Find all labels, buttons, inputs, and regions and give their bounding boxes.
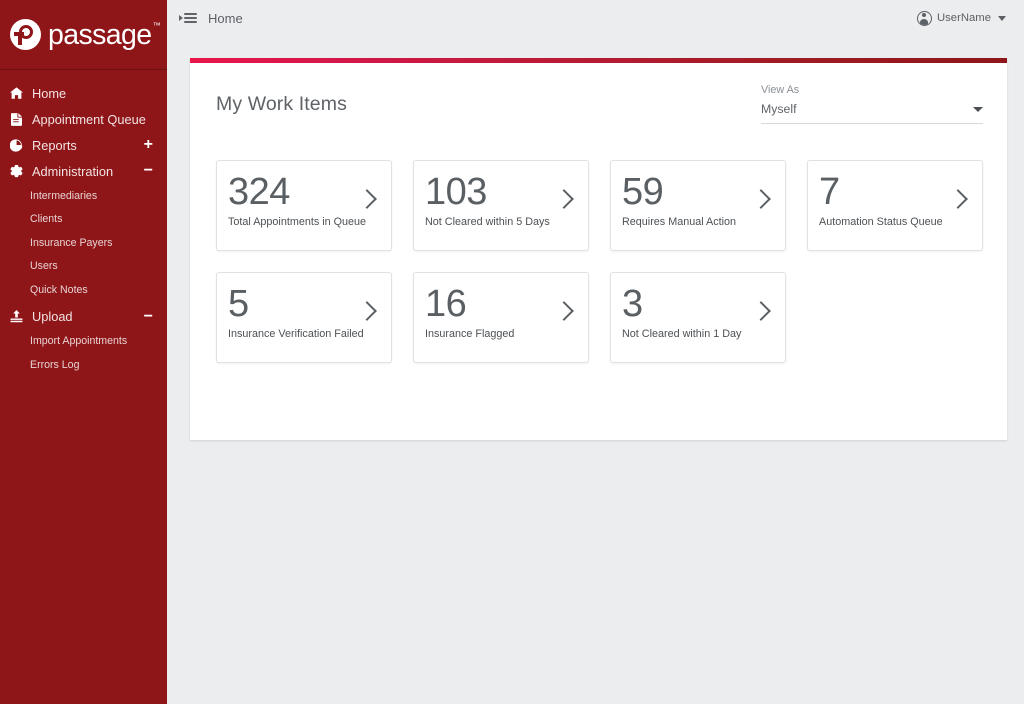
- sidebar-item-appointment-queue-label: Appointment Queue: [32, 111, 146, 127]
- sidebar-subitem-clients[interactable]: Clients: [0, 208, 167, 232]
- sidebar: passage™ Home Appointment Queue Reports …: [0, 0, 167, 704]
- triangle-right-icon[interactable]: [179, 15, 183, 21]
- breadcrumb-label: Home: [208, 10, 243, 26]
- panel-header: My Work Items View As Myself: [216, 84, 983, 133]
- upload-icon: [8, 310, 25, 323]
- chevron-right-icon[interactable]: [557, 189, 570, 211]
- work-item-card-total-appointments-in-queue[interactable]: 324 Total Appointments in Queue: [216, 160, 392, 251]
- chevron-down-icon: [973, 106, 983, 112]
- chevron-right-icon[interactable]: [360, 301, 373, 323]
- work-item-card-insurance-verification-failed[interactable]: 5 Insurance Verification Failed: [216, 272, 392, 363]
- hamburger-menu-icon[interactable]: [184, 13, 197, 23]
- work-item-label: Not Cleared within 5 Days: [425, 216, 550, 228]
- reports-expander-icon[interactable]: +: [144, 137, 157, 153]
- sidebar-subitem-users[interactable]: Users: [0, 255, 167, 279]
- brand-trademark: ™: [152, 20, 161, 30]
- upload-expander-icon[interactable]: −: [144, 308, 157, 325]
- work-item-card-requires-manual-action[interactable]: 59 Requires Manual Action: [610, 160, 786, 251]
- brand-logo[interactable]: passage™: [0, 0, 167, 70]
- page-title: My Work Items: [216, 93, 347, 115]
- view-as-select[interactable]: Myself: [761, 102, 983, 124]
- sidebar-subitem-quick-notes[interactable]: Quick Notes: [0, 278, 167, 302]
- sidebar-item-administration-label: Administration: [32, 163, 114, 179]
- work-item-card-not-cleared-within-5-days[interactable]: 103 Not Cleared within 5 Days: [413, 160, 589, 251]
- sidebar-subitem-errors-log[interactable]: Errors Log: [0, 353, 167, 377]
- sidebar-nav: Home Appointment Queue Reports + Adminis…: [0, 70, 167, 377]
- sidebar-subitem-intermediaries[interactable]: Intermediaries: [0, 184, 167, 208]
- document-icon: [8, 112, 25, 126]
- work-item-card-insurance-flagged[interactable]: 16 Insurance Flagged: [413, 272, 589, 363]
- sidebar-subitem-import-appointments[interactable]: Import Appointments: [0, 330, 167, 354]
- sidebar-item-upload-label: Upload: [32, 309, 73, 324]
- work-items-grid: 324 Total Appointments in Queue 103 Not …: [216, 160, 983, 363]
- work-item-label: Automation Status Queue: [819, 216, 943, 228]
- sidebar-item-upload[interactable]: Upload −: [0, 304, 167, 330]
- user-menu[interactable]: UserName: [917, 10, 1024, 26]
- sidebar-item-reports-label: Reports: [32, 137, 77, 153]
- administration-expander-icon[interactable]: −: [144, 163, 157, 179]
- user-avatar-icon: [917, 10, 932, 26]
- view-as-field: View As Myself: [761, 84, 983, 124]
- chevron-right-icon[interactable]: [557, 301, 570, 323]
- view-as-value: Myself: [761, 102, 797, 116]
- chevron-down-icon: [998, 15, 1006, 21]
- work-item-label: Insurance Verification Failed: [228, 328, 364, 340]
- chevron-right-icon[interactable]: [754, 189, 767, 211]
- panel-body: My Work Items View As Myself 324 Total A…: [190, 63, 1007, 363]
- work-item-label: Total Appointments in Queue: [228, 216, 367, 228]
- passage-circle-p-logo-icon: [10, 19, 41, 50]
- brand-name: passage: [48, 19, 152, 52]
- chevron-right-icon[interactable]: [754, 301, 767, 323]
- sidebar-item-reports[interactable]: Reports +: [0, 132, 167, 158]
- sidebar-item-administration[interactable]: Administration −: [0, 158, 167, 184]
- chevron-right-icon[interactable]: [951, 189, 964, 211]
- sidebar-item-home[interactable]: Home: [0, 80, 167, 106]
- home-icon: [8, 87, 25, 99]
- topbar: Home UserName: [167, 0, 1024, 36]
- work-item-card-not-cleared-within-1-day[interactable]: 3 Not Cleared within 1 Day: [610, 272, 786, 363]
- sidebar-subitem-insurance-payers[interactable]: Insurance Payers: [0, 231, 167, 255]
- work-item-label: Requires Manual Action: [622, 216, 737, 228]
- work-items-panel: My Work Items View As Myself 324 Total A…: [190, 58, 1007, 440]
- work-item-label: Insurance Flagged: [425, 328, 515, 340]
- sidebar-item-appointment-queue[interactable]: Appointment Queue: [0, 106, 167, 132]
- pie-chart-icon: [8, 138, 25, 152]
- work-item-card-automation-status-queue[interactable]: 7 Automation Status Queue: [807, 160, 983, 251]
- user-name-label: UserName: [937, 12, 991, 24]
- sidebar-item-home-label: Home: [32, 85, 67, 101]
- work-item-label: Not Cleared within 1 Day: [622, 328, 742, 340]
- chevron-right-icon[interactable]: [360, 189, 373, 211]
- gear-icon: [8, 164, 25, 178]
- breadcrumb: Home: [167, 11, 243, 26]
- app-root: passage™ Home Appointment Queue Reports …: [0, 0, 1024, 704]
- view-as-label: View As: [761, 84, 800, 96]
